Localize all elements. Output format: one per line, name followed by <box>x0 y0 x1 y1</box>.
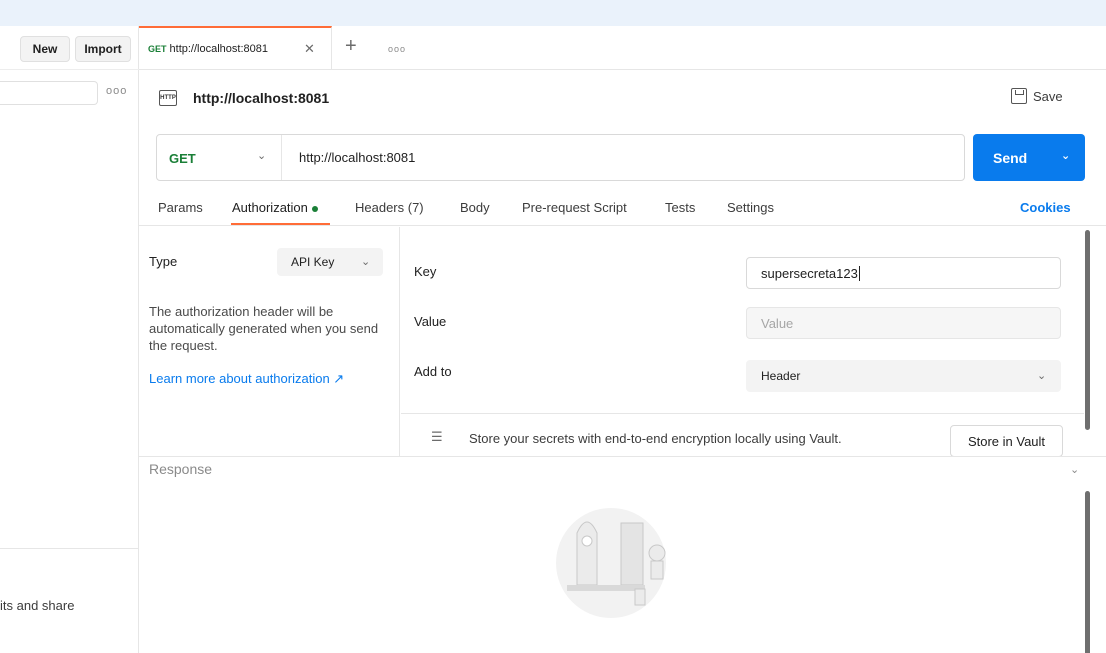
addto-select[interactable]: Header ⌄ <box>746 360 1061 392</box>
sidebar: New Import ooo its and share <box>0 26 139 653</box>
store-in-vault-button[interactable]: Store in Vault <box>950 425 1063 457</box>
sidebar-more-icon[interactable]: ooo <box>106 85 127 97</box>
vault-icon: ☰ <box>431 429 443 444</box>
method-select[interactable]: GET <box>169 151 196 166</box>
tab-authorization-label: Authorization <box>232 200 308 215</box>
top-strip <box>0 0 1106 26</box>
addto-label: Add to <box>414 364 452 379</box>
sidebar-search-input[interactable] <box>0 81 98 105</box>
send-label: Send <box>993 149 1028 166</box>
value-label: Value <box>414 314 447 329</box>
response-scrollbar[interactable] <box>1085 491 1090 653</box>
addto-value: Header <box>761 369 801 383</box>
chevron-down-icon: ⌄ <box>361 256 371 268</box>
tab-headers[interactable]: Headers (7) <box>355 200 424 215</box>
url-bar: GET ⌄ http://localhost:8081 <box>156 134 965 181</box>
http-icon: HTTP <box>159 90 177 106</box>
url-input[interactable]: http://localhost:8081 <box>299 150 415 165</box>
request-tabs: Params Authorization Headers (7) Body Pr… <box>139 190 1106 226</box>
response-panel: Response ⌄ <box>139 456 1106 653</box>
key-label: Key <box>414 264 437 279</box>
add-tab-icon[interactable]: + <box>345 35 357 58</box>
key-value: supersecreta123 <box>761 265 858 281</box>
active-tab-underline <box>231 223 330 225</box>
send-chevron-down-icon[interactable]: ⌄ <box>1061 149 1070 162</box>
value-input[interactable]: Value <box>746 307 1061 339</box>
learn-more-link[interactable]: Learn more about authorization ↗ <box>149 371 344 387</box>
tab-params[interactable]: Params <box>158 200 203 215</box>
cookies-link[interactable]: Cookies <box>1020 200 1071 215</box>
request-title[interactable]: http://localhost:8081 <box>193 90 329 106</box>
status-dot <box>311 205 318 212</box>
save-label: Save <box>1033 88 1063 104</box>
tab-tests[interactable]: Tests <box>665 200 695 215</box>
chevron-down-icon: ⌄ <box>1037 370 1047 382</box>
auth-type-panel: Type API Key ⌄ The authorization header … <box>139 227 400 456</box>
text-cursor <box>858 265 860 281</box>
tab-body[interactable]: Body <box>460 200 490 215</box>
sidebar-divider <box>0 548 139 549</box>
tab-method: GET <box>148 44 167 54</box>
request-header: HTTP http://localhost:8081 Save <box>139 70 1106 128</box>
url-divider <box>281 135 282 180</box>
import-button[interactable]: Import <box>75 36 131 62</box>
vault-banner: ☰ Store your secrets with end-to-end enc… <box>401 413 1084 457</box>
app-window: New Import ooo its and share GET http://… <box>0 0 1106 653</box>
type-label: Type <box>149 254 178 269</box>
auth-type-select[interactable]: API Key ⌄ <box>277 248 383 276</box>
auth-description: The authorization header will be automat… <box>149 304 379 353</box>
close-icon[interactable]: ✕ <box>304 41 315 57</box>
request-tab[interactable]: GET http://localhost:8081 ✕ <box>139 26 332 70</box>
tab-pre-request-script[interactable]: Pre-request Script <box>522 200 627 215</box>
new-button[interactable]: New <box>20 36 70 62</box>
request-scrollbar[interactable] <box>1085 230 1090 430</box>
sidebar-header: New Import <box>0 26 139 70</box>
tab-more-icon[interactable]: ooo <box>388 44 406 54</box>
tab-url: http://localhost:8081 <box>169 43 268 55</box>
key-input[interactable]: supersecreta123 <box>746 257 1061 289</box>
auth-fields-panel: Key supersecreta123 Value Value Add to H… <box>401 227 1084 457</box>
chevron-down-icon[interactable]: ⌄ <box>257 149 266 162</box>
response-title: Response <box>149 461 213 477</box>
chevron-down-icon[interactable]: ⌄ <box>1070 463 1079 476</box>
tab-bar: GET http://localhost:8081 ✕ + ooo <box>139 26 1106 70</box>
auth-type-value: API Key <box>291 255 335 269</box>
send-button[interactable]: Send ⌄ <box>973 134 1085 181</box>
tab-settings[interactable]: Settings <box>727 200 774 215</box>
save-button[interactable]: Save <box>1011 88 1063 104</box>
vault-text: Store your secrets with end-to-end encry… <box>469 431 842 446</box>
save-icon <box>1011 88 1027 104</box>
rocket-illustration-icon <box>556 508 666 618</box>
value-placeholder: Value <box>761 315 794 331</box>
sidebar-promo-text: its and share <box>0 598 75 613</box>
tab-authorization[interactable]: Authorization <box>232 200 318 215</box>
